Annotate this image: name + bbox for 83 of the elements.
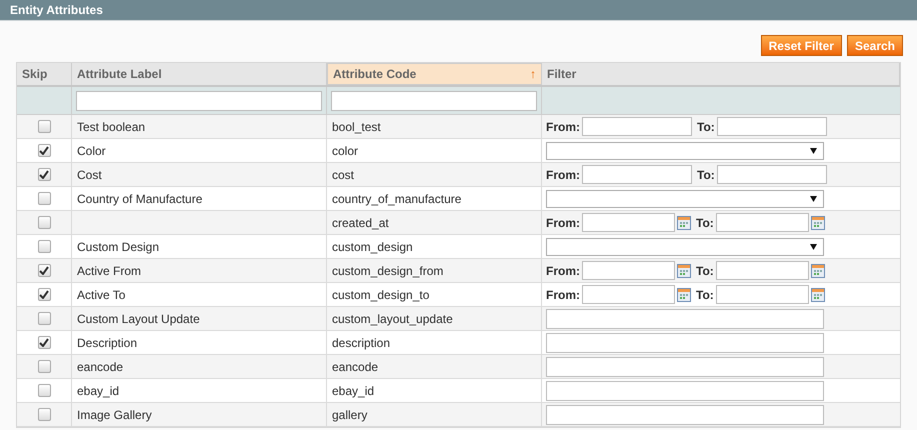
column-header[interactable]: Skip xyxy=(17,63,72,85)
skip-checkbox[interactable] xyxy=(38,144,50,157)
attribute-code: created_at xyxy=(332,214,389,232)
attribute-code: custom_design xyxy=(332,238,413,256)
dropdown-arrow-icon xyxy=(810,244,817,250)
skip-checkbox[interactable] xyxy=(38,240,50,253)
column-header[interactable]: Attribute Code ↑ xyxy=(327,63,542,85)
skip-checkbox[interactable] xyxy=(38,192,50,205)
skip-checkbox[interactable] xyxy=(38,168,50,181)
to-label: To: xyxy=(697,118,715,136)
calendar-icon[interactable] xyxy=(677,288,691,302)
panel-title: Entity Attributes xyxy=(10,2,103,19)
skip-checkbox[interactable] xyxy=(38,360,50,373)
attribute-label: Active To xyxy=(77,286,126,304)
reset-filter-button[interactable]: Reset Filter xyxy=(760,35,842,56)
attribute-code: custom_design_to xyxy=(332,286,430,304)
from-field[interactable] xyxy=(582,117,692,136)
attribute-label: Test boolean xyxy=(77,118,146,136)
to-field[interactable] xyxy=(716,117,827,136)
filter-dropdown[interactable] xyxy=(546,238,824,256)
calendar-icon[interactable] xyxy=(810,216,825,230)
calendar-icon[interactable] xyxy=(810,264,825,278)
attribute-label: ebay_id xyxy=(77,382,120,400)
label-filter-field[interactable] xyxy=(76,90,322,110)
to-field[interactable] xyxy=(716,261,809,280)
calendar-icon[interactable] xyxy=(810,288,825,302)
from-field[interactable] xyxy=(582,213,675,232)
calendar-icon[interactable] xyxy=(677,264,691,278)
to-label: To: xyxy=(696,214,714,232)
column-header[interactable]: Filter xyxy=(542,63,900,85)
calendar-icon[interactable] xyxy=(677,216,691,230)
from-field[interactable] xyxy=(582,165,692,184)
from-label: From: xyxy=(546,286,580,304)
attribute-code: description xyxy=(332,334,390,352)
attribute-code: custom_layout_update xyxy=(332,310,453,328)
skip-checkbox[interactable] xyxy=(38,264,50,277)
attribute-code: color xyxy=(332,142,358,160)
attribute-code: bool_test xyxy=(332,118,381,136)
filter-field[interactable] xyxy=(546,356,824,376)
from-label: From: xyxy=(546,262,580,280)
to-field[interactable] xyxy=(716,285,809,304)
attribute-label: eancode xyxy=(77,358,124,376)
filter-field[interactable] xyxy=(546,404,824,424)
attribute-label: Custom Design xyxy=(77,238,160,256)
code-filter-field[interactable] xyxy=(331,90,537,110)
to-label: To: xyxy=(696,286,714,304)
skip-checkbox[interactable] xyxy=(38,288,50,301)
attribute-label: Cost xyxy=(77,166,102,184)
skip-checkbox[interactable] xyxy=(38,120,50,133)
attribute-label: Description xyxy=(77,334,138,352)
attribute-code: country_of_manufacture xyxy=(332,190,462,208)
attribute-code: eancode xyxy=(332,358,378,376)
skip-checkbox[interactable] xyxy=(38,408,50,421)
from-label: From: xyxy=(546,166,580,184)
skip-checkbox[interactable] xyxy=(38,312,50,325)
attribute-code: gallery xyxy=(332,406,368,424)
attribute-code: cost xyxy=(332,166,354,184)
to-field[interactable] xyxy=(716,213,809,232)
attribute-label: Custom Layout Update xyxy=(77,310,200,328)
dropdown-arrow-icon xyxy=(810,196,817,202)
to-field[interactable] xyxy=(716,165,827,184)
search-button[interactable]: Search xyxy=(846,35,903,56)
to-label: To: xyxy=(696,262,714,280)
filter-dropdown[interactable] xyxy=(546,142,824,160)
filter-field[interactable] xyxy=(546,332,824,352)
from-label: From: xyxy=(546,118,580,136)
attribute-code: custom_design_from xyxy=(332,262,444,280)
dropdown-arrow-icon xyxy=(810,148,817,154)
filter-field[interactable] xyxy=(546,308,824,328)
filter-dropdown[interactable] xyxy=(546,190,824,208)
from-field[interactable] xyxy=(582,261,675,280)
attribute-label: Color xyxy=(77,142,106,160)
attribute-label: Active From xyxy=(77,262,142,280)
attribute-code: ebay_id xyxy=(332,382,374,400)
skip-checkbox[interactable] xyxy=(38,384,50,397)
skip-checkbox[interactable] xyxy=(38,216,50,229)
filter-field[interactable] xyxy=(546,380,824,400)
attribute-label: Country of Manufacture xyxy=(77,190,202,208)
to-label: To: xyxy=(697,166,715,184)
from-label: From: xyxy=(546,214,580,232)
skip-checkbox[interactable] xyxy=(38,336,50,349)
attribute-label: Image Gallery xyxy=(77,406,152,424)
from-field[interactable] xyxy=(582,285,675,304)
